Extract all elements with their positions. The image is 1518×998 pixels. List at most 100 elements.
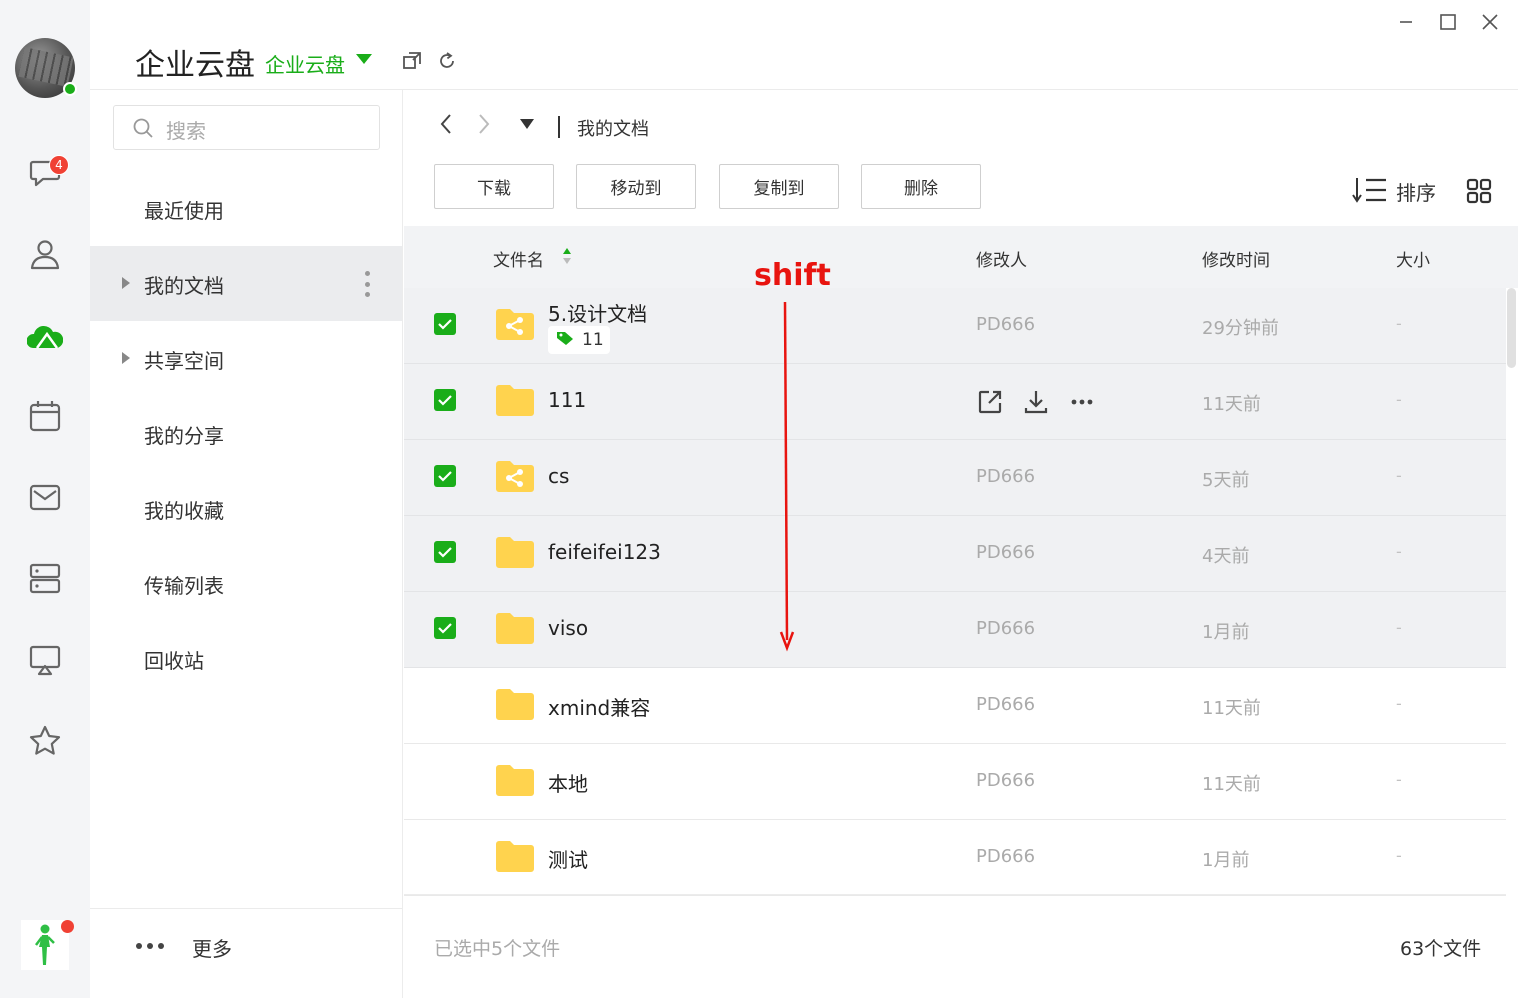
maximize-icon[interactable] (1436, 10, 1460, 34)
column-header-name[interactable]: 文件名 (493, 246, 544, 271)
checkbox-checked[interactable] (434, 617, 456, 639)
table-row[interactable]: 本地 PD666 11天前 - (404, 744, 1506, 820)
table-row[interactable]: 5.设计文档 11 PD666 29分钟前 - (404, 288, 1506, 364)
checkbox-checked[interactable] (434, 313, 456, 335)
download-icon[interactable] (1022, 388, 1050, 416)
close-icon[interactable] (1478, 10, 1502, 34)
contacts-icon[interactable] (25, 234, 65, 274)
modified-time: 1月前 (1202, 622, 1250, 643)
download-button[interactable]: 下载 (434, 164, 554, 209)
popout-icon[interactable] (402, 51, 422, 71)
refresh-icon[interactable] (437, 51, 457, 71)
sidebar-item-label: 共享空间 (144, 349, 224, 373)
table-row[interactable]: 111 11天前 - (404, 364, 1506, 440)
delete-button[interactable]: 删除 (861, 164, 981, 209)
file-size: - (1396, 314, 1402, 333)
sidebar-item-label: 最近使用 (144, 199, 224, 223)
sidebar-item-my-documents[interactable]: 我的文档 (90, 246, 402, 321)
more-horizontal-icon[interactable] (136, 943, 164, 949)
sidebar-item-label: 我的分享 (144, 424, 224, 448)
table-row[interactable]: feifeifei123 PD666 4天前 - (404, 516, 1506, 592)
sort-toggle-icon[interactable] (562, 246, 572, 266)
file-count: 63个文件 (1400, 938, 1482, 960)
expand-arrow-icon[interactable] (122, 352, 130, 364)
modified-time: 1月前 (1202, 850, 1250, 871)
app-rail: 4 (0, 0, 90, 998)
modified-time: 11天前 (1202, 394, 1261, 415)
search-icon (132, 117, 154, 139)
more-horizontal-icon[interactable] (1068, 388, 1096, 416)
file-name[interactable]: 111 (548, 388, 586, 412)
table-row[interactable]: cs PD666 5天前 - (404, 440, 1506, 516)
chevron-down-icon[interactable] (356, 54, 372, 64)
file-name[interactable]: viso (548, 616, 588, 640)
table-row[interactable]: viso PD666 1月前 - (404, 592, 1506, 668)
scrollbar[interactable] (1507, 288, 1516, 368)
sort-icon[interactable] (1352, 176, 1388, 204)
checkbox-checked[interactable] (434, 465, 456, 487)
sidebar-item-favorites[interactable]: 我的收藏 (90, 471, 402, 546)
folder-icon (496, 764, 534, 796)
file-name[interactable]: xmind兼容 (548, 692, 650, 721)
arrow-down-icon (776, 300, 798, 652)
calendar-icon[interactable] (25, 396, 65, 436)
file-name[interactable]: cs (548, 464, 569, 488)
table-row[interactable]: xmind兼容 PD666 11天前 - (404, 668, 1506, 744)
sidebar-item-recent[interactable]: 最近使用 (90, 171, 402, 246)
move-to-button[interactable]: 移动到 (576, 164, 696, 209)
sidebar-item-my-shares[interactable]: 我的分享 (90, 396, 402, 471)
search-input[interactable]: 搜索 (113, 105, 380, 150)
expand-arrow-icon[interactable] (122, 277, 130, 289)
space-selector[interactable]: 企业云盘 (265, 49, 345, 78)
copy-to-button[interactable]: 复制到 (719, 164, 839, 209)
minimize-icon[interactable] (1394, 10, 1418, 34)
checkbox-checked[interactable] (434, 541, 456, 563)
selection-status: 已选中5个文件 (434, 938, 561, 960)
column-header-size[interactable]: 大小 (1396, 246, 1430, 271)
file-name[interactable]: 5.设计文档 (548, 298, 647, 327)
history-dropdown-icon[interactable] (520, 119, 534, 129)
server-icon[interactable] (25, 558, 65, 598)
row-actions (976, 388, 1096, 416)
file-name[interactable]: feifeifei123 (548, 540, 661, 564)
file-name[interactable]: 测试 (548, 844, 588, 873)
grid-view-icon[interactable] (1466, 178, 1492, 204)
modified-time: 11天前 (1202, 774, 1261, 795)
checkbox-checked[interactable] (434, 389, 456, 411)
column-header-modifier[interactable]: 修改人 (976, 246, 1027, 271)
sidebar-item-recycle-bin[interactable]: 回收站 (90, 621, 402, 696)
file-size: - (1396, 846, 1402, 865)
file-size: - (1396, 466, 1402, 485)
sidebar-item-transfers[interactable]: 传输列表 (90, 546, 402, 621)
modifier: PD666 (976, 542, 1036, 563)
column-header-time[interactable]: 修改时间 (1202, 246, 1270, 271)
modifier: PD666 (976, 466, 1036, 487)
folder-icon (496, 384, 534, 416)
sort-button[interactable]: 排序 (1396, 177, 1436, 206)
breadcrumb[interactable]: 我的文档 (577, 115, 649, 141)
forward-icon[interactable] (472, 112, 496, 136)
notification-dot (61, 920, 74, 933)
more-button[interactable]: 更多 (192, 933, 232, 962)
screen-share-icon[interactable] (25, 640, 65, 680)
shared-folder-icon (496, 460, 534, 492)
table-row[interactable]: 测试 PD666 1月前 - (404, 820, 1506, 896)
star-icon[interactable] (25, 721, 65, 761)
shared-folder-icon (496, 308, 534, 340)
more-vertical-icon[interactable] (364, 271, 370, 297)
file-name[interactable]: 本地 (548, 768, 588, 797)
tag-chip[interactable]: 11 (548, 326, 610, 354)
sidebar-item-shared-space[interactable]: 共享空间 (90, 321, 402, 396)
cloud-disk-icon[interactable] (25, 316, 65, 356)
sidebar-item-label: 回收站 (144, 649, 204, 673)
sidebar-item-label: 我的文档 (144, 274, 224, 298)
file-size: - (1396, 694, 1402, 713)
back-icon[interactable] (434, 112, 458, 136)
share-link-icon[interactable] (976, 388, 1004, 416)
sidebar-item-label: 我的收藏 (144, 499, 224, 523)
chat-badge: 4 (49, 155, 69, 175)
sidebar-divider (90, 908, 402, 909)
folder-icon (496, 612, 534, 644)
tag-icon (556, 330, 574, 351)
mail-icon[interactable] (25, 477, 65, 517)
